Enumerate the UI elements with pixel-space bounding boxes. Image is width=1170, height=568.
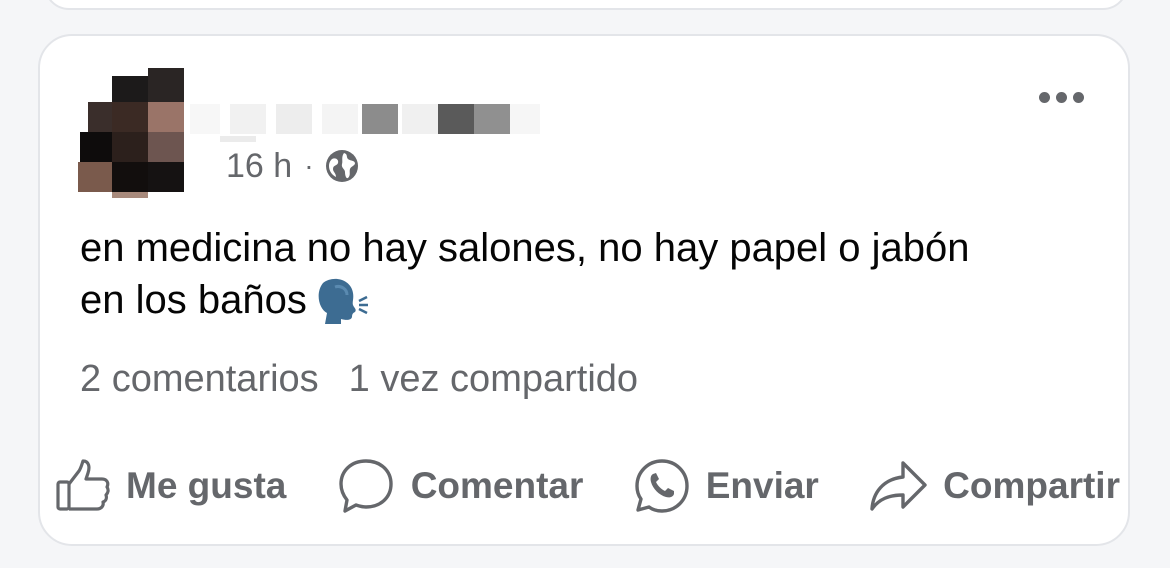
more-dot-icon	[1073, 92, 1084, 103]
share-label: Compartir	[943, 465, 1120, 506]
post-time[interactable]: 16 h	[226, 147, 292, 186]
whatsapp-icon	[635, 459, 689, 513]
thumbs-up-icon	[56, 459, 110, 511]
comment-label: Comentar	[410, 465, 584, 506]
speaking-head-icon	[318, 278, 368, 324]
more-dot-icon	[1039, 92, 1050, 103]
post-stats: 2 comentarios 1 vez compartido	[80, 358, 638, 401]
meta-separator: ·	[304, 150, 314, 181]
post-text: en medicina no hay salones, no hay papel…	[80, 222, 1110, 326]
more-dot-icon	[1056, 92, 1067, 103]
comment-icon	[338, 459, 393, 513]
author-name[interactable]	[190, 96, 550, 142]
more-options-button[interactable]	[1039, 92, 1084, 103]
post-text-line: en medicina no hay salones, no hay papel…	[80, 226, 970, 270]
previous-post-card	[44, 0, 1128, 10]
like-button[interactable]: Me gusta	[54, 457, 286, 515]
like-label: Me gusta	[126, 465, 287, 506]
send-button[interactable]: Enviar	[632, 456, 819, 516]
globe-icon	[325, 150, 358, 182]
post-text-line-2: en los baños	[80, 274, 1110, 326]
post-card: 16 h · en medicina no hay salones, no ha…	[38, 34, 1130, 546]
share-arrow-icon	[870, 461, 927, 511]
avatar[interactable]	[78, 68, 186, 198]
action-bar: Me gusta Comentar Enviar Compartir	[54, 456, 1120, 516]
send-label: Enviar	[705, 465, 819, 506]
comments-count[interactable]: 2 comentarios	[80, 358, 319, 401]
comment-button[interactable]: Comentar	[335, 455, 584, 517]
share-button[interactable]: Compartir	[867, 457, 1120, 515]
shares-count[interactable]: 1 vez compartido	[349, 358, 638, 401]
post-meta: 16 h ·	[226, 146, 360, 186]
post-text-line: en los baños	[80, 278, 307, 322]
